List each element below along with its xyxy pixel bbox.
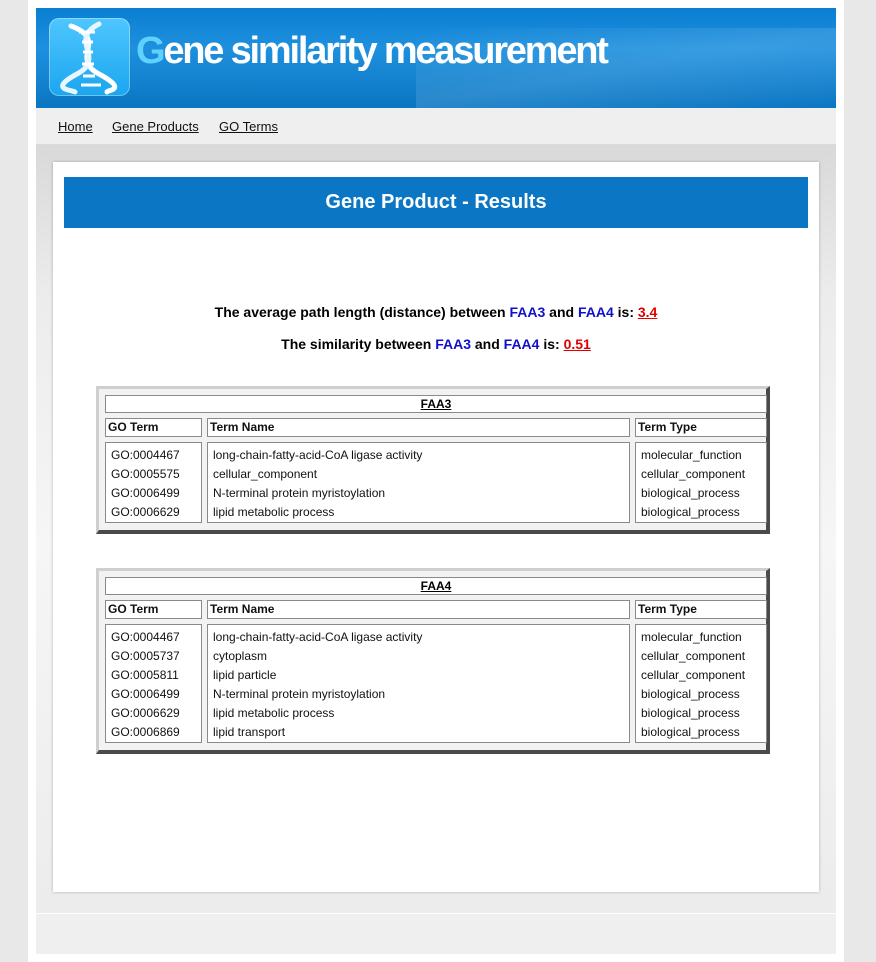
go-term-id: GO:0004467	[111, 448, 180, 462]
content-area: Gene Product - Results The average path …	[36, 145, 836, 913]
gene-b-name: FAA4	[503, 336, 540, 352]
term-type: biological_process	[641, 486, 740, 500]
results-heading: Gene Product - Results	[64, 177, 808, 228]
term-type-list: molecular_function cellular_component bi…	[635, 442, 767, 523]
col-header-term-name: Term Name	[207, 600, 630, 619]
nav-go-terms-link[interactable]: GO Terms	[219, 119, 278, 134]
nav-home-link[interactable]: Home	[58, 119, 93, 134]
similarity-prefix: The similarity between	[281, 336, 436, 352]
term-type: biological_process	[641, 687, 740, 701]
go-term-id: GO:0006869	[111, 725, 180, 739]
go-term-list: GO:0004467 GO:0005737 GO:0005811 GO:0006…	[105, 624, 202, 743]
gene-a-name: FAA3	[509, 304, 546, 320]
avg-path-prefix: The average path length (distance) betwe…	[214, 304, 510, 320]
term-type: cellular_component	[641, 668, 746, 682]
avg-path-length-line: The average path length (distance) betwe…	[53, 304, 819, 320]
term-type: molecular_function	[641, 448, 742, 462]
term-name: long-chain-fatty-acid-CoA ligase activit…	[213, 448, 423, 462]
term-name: cellular_component	[213, 467, 318, 481]
site-title-rest: ene similarity measurement	[163, 30, 609, 72]
term-type: molecular_function	[641, 630, 742, 644]
term-name-list: long-chain-fatty-acid-CoA ligase activit…	[207, 624, 630, 743]
main-nav: Home Gene Products GO Terms	[36, 108, 836, 145]
avg-path-length-value: 3.4	[637, 304, 658, 320]
page-shell: Gene similarity measurement Home Gene Pr…	[28, 0, 844, 962]
term-name: cytoplasm	[213, 649, 268, 663]
table-title: FAA3	[105, 395, 767, 413]
faa3-table: FAA3 GO Term Term Name Term Type GO:0004…	[96, 386, 770, 534]
term-type: cellular_component	[641, 649, 746, 663]
site-title: Gene similarity measurement	[136, 30, 609, 73]
similarity-line: The similarity between FAA3 and FAA4 is:…	[53, 336, 819, 352]
similarity-is: is:	[539, 336, 564, 352]
term-name: N-terminal protein myristoylation	[213, 486, 386, 500]
results-card: Gene Product - Results The average path …	[53, 162, 819, 892]
dna-helix-icon	[49, 18, 130, 96]
gene-a-name: FAA3	[435, 336, 471, 352]
go-term-id: GO:0006629	[111, 505, 180, 519]
nav-gene-products-link[interactable]: Gene Products	[112, 119, 199, 134]
go-term-id: GO:0005811	[111, 668, 179, 682]
col-header-term-name: Term Name	[207, 418, 630, 437]
term-type: biological_process	[641, 725, 740, 739]
site-header: Gene similarity measurement	[36, 8, 836, 108]
term-name: lipid metabolic process	[213, 706, 335, 720]
term-name: lipid transport	[213, 725, 286, 739]
gene-b-name: FAA4	[577, 304, 614, 320]
go-term-id: GO:0006629	[111, 706, 180, 720]
term-type: cellular_component	[641, 467, 746, 481]
term-type: biological_process	[641, 706, 740, 720]
col-header-term-type: Term Type	[635, 418, 767, 437]
term-name: lipid metabolic process	[213, 505, 335, 519]
term-name: N-terminal protein myristoylation	[213, 687, 386, 701]
go-term-list: GO:0004467 GO:0005575 GO:0006499 GO:0006…	[105, 442, 202, 523]
footer	[36, 914, 836, 954]
term-name-list: long-chain-fatty-acid-CoA ligase activit…	[207, 442, 630, 523]
term-type: biological_process	[641, 505, 740, 519]
site-title-initial: G	[136, 30, 166, 72]
col-header-term-type: Term Type	[635, 600, 767, 619]
col-header-go-term: GO Term	[105, 418, 202, 437]
go-term-id: GO:0006499	[111, 687, 180, 701]
go-term-id: GO:0005575	[111, 467, 180, 481]
avg-path-and: and	[545, 304, 578, 320]
avg-path-is: is:	[613, 304, 638, 320]
go-term-id: GO:0005737	[111, 649, 180, 663]
table-title: FAA4	[105, 577, 767, 595]
similarity-value: 0.51	[563, 336, 591, 352]
term-name: long-chain-fatty-acid-CoA ligase activit…	[213, 630, 423, 644]
col-header-go-term: GO Term	[105, 600, 202, 619]
term-type-list: molecular_function cellular_component ce…	[635, 624, 767, 743]
go-term-id: GO:0004467	[111, 630, 180, 644]
similarity-and: and	[471, 336, 504, 352]
go-term-id: GO:0006499	[111, 486, 180, 500]
faa4-table: FAA4 GO Term Term Name Term Type GO:0004…	[96, 568, 770, 754]
term-name: lipid particle	[213, 668, 277, 682]
